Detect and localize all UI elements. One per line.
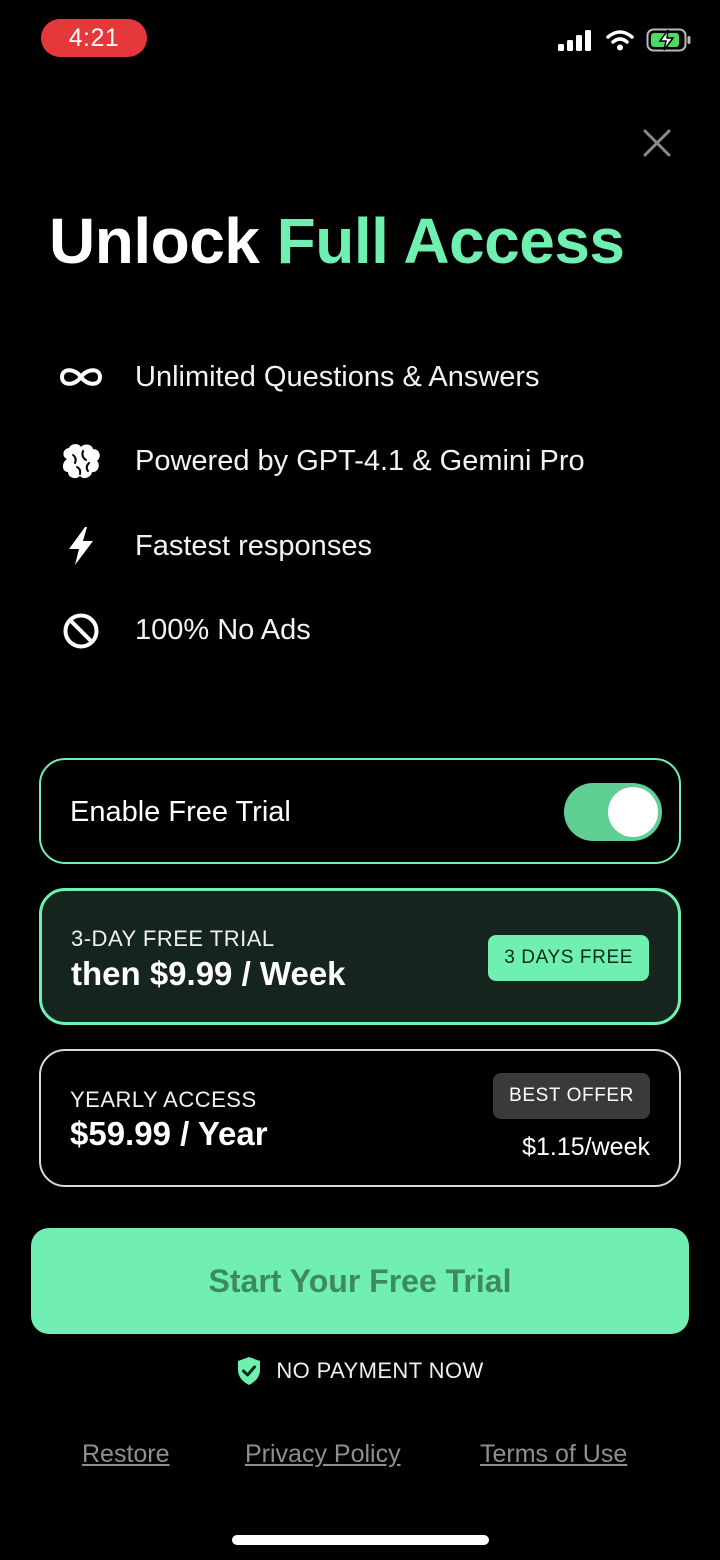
trial-badge: 3 DAYS FREE bbox=[488, 935, 649, 981]
plan-caption: 3-DAY FREE TRIAL bbox=[71, 926, 275, 951]
per-week-price: $1.15/week bbox=[522, 1133, 650, 1161]
status-icons bbox=[558, 28, 692, 52]
feature-text: 100% No Ads bbox=[135, 614, 311, 646]
close-button[interactable] bbox=[636, 122, 678, 164]
plan-caption: YEARLY ACCESS bbox=[70, 1087, 257, 1112]
lightning-icon bbox=[58, 523, 104, 569]
signal-icon bbox=[558, 30, 591, 51]
best-offer-badge: BEST OFFER bbox=[493, 1073, 650, 1119]
status-bar: 4:21 bbox=[0, 0, 720, 80]
plan-price: then $9.99 / Week bbox=[71, 955, 346, 992]
restore-link[interactable]: Restore bbox=[82, 1440, 170, 1469]
title-part-white: Unlock bbox=[49, 205, 277, 277]
feature-item: Powered by GPT-4.1 & Gemini Pro bbox=[58, 437, 678, 487]
plan-option-weekly[interactable]: 3-DAY FREE TRIAL then $9.99 / Week 3 DAY… bbox=[39, 888, 681, 1025]
feature-text: Powered by GPT-4.1 & Gemini Pro bbox=[135, 445, 585, 477]
infinity-icon bbox=[58, 354, 104, 400]
free-trial-switch[interactable] bbox=[564, 783, 662, 841]
free-trial-label: Enable Free Trial bbox=[70, 796, 291, 828]
wifi-icon bbox=[606, 30, 634, 51]
free-trial-toggle-row[interactable]: Enable Free Trial bbox=[39, 758, 681, 864]
privacy-policy-link[interactable]: Privacy Policy bbox=[245, 1440, 401, 1469]
start-trial-button[interactable]: Start Your Free Trial bbox=[31, 1228, 689, 1334]
close-icon bbox=[643, 129, 671, 157]
no-ads-icon bbox=[58, 608, 104, 654]
switch-knob bbox=[608, 787, 658, 837]
status-time: 4:21 bbox=[41, 19, 147, 57]
page-title: Unlock Full Access bbox=[49, 204, 625, 278]
home-indicator[interactable] bbox=[232, 1535, 489, 1545]
shield-check-icon bbox=[238, 1357, 261, 1385]
title-part-accent: Full Access bbox=[276, 205, 625, 277]
terms-of-use-link[interactable]: Terms of Use bbox=[480, 1440, 627, 1469]
feature-item: 100% No Ads bbox=[58, 606, 678, 656]
feature-text: Fastest responses bbox=[135, 529, 372, 562]
feature-item: Unlimited Questions & Answers bbox=[58, 352, 678, 402]
feature-item: Fastest responses bbox=[58, 521, 678, 571]
no-payment-note: NO PAYMENT NOW bbox=[0, 1356, 720, 1386]
brain-icon bbox=[58, 439, 104, 485]
plan-option-yearly[interactable]: YEARLY ACCESS $59.99 / Year BEST OFFER $… bbox=[39, 1049, 681, 1187]
plan-price: $59.99 / Year bbox=[70, 1115, 268, 1152]
no-payment-text: NO PAYMENT NOW bbox=[276, 1358, 484, 1383]
feature-list: Unlimited Questions & Answers Powered by… bbox=[58, 352, 678, 690]
feature-text: Unlimited Questions & Answers bbox=[135, 360, 540, 393]
battery-charging-icon bbox=[646, 28, 691, 52]
